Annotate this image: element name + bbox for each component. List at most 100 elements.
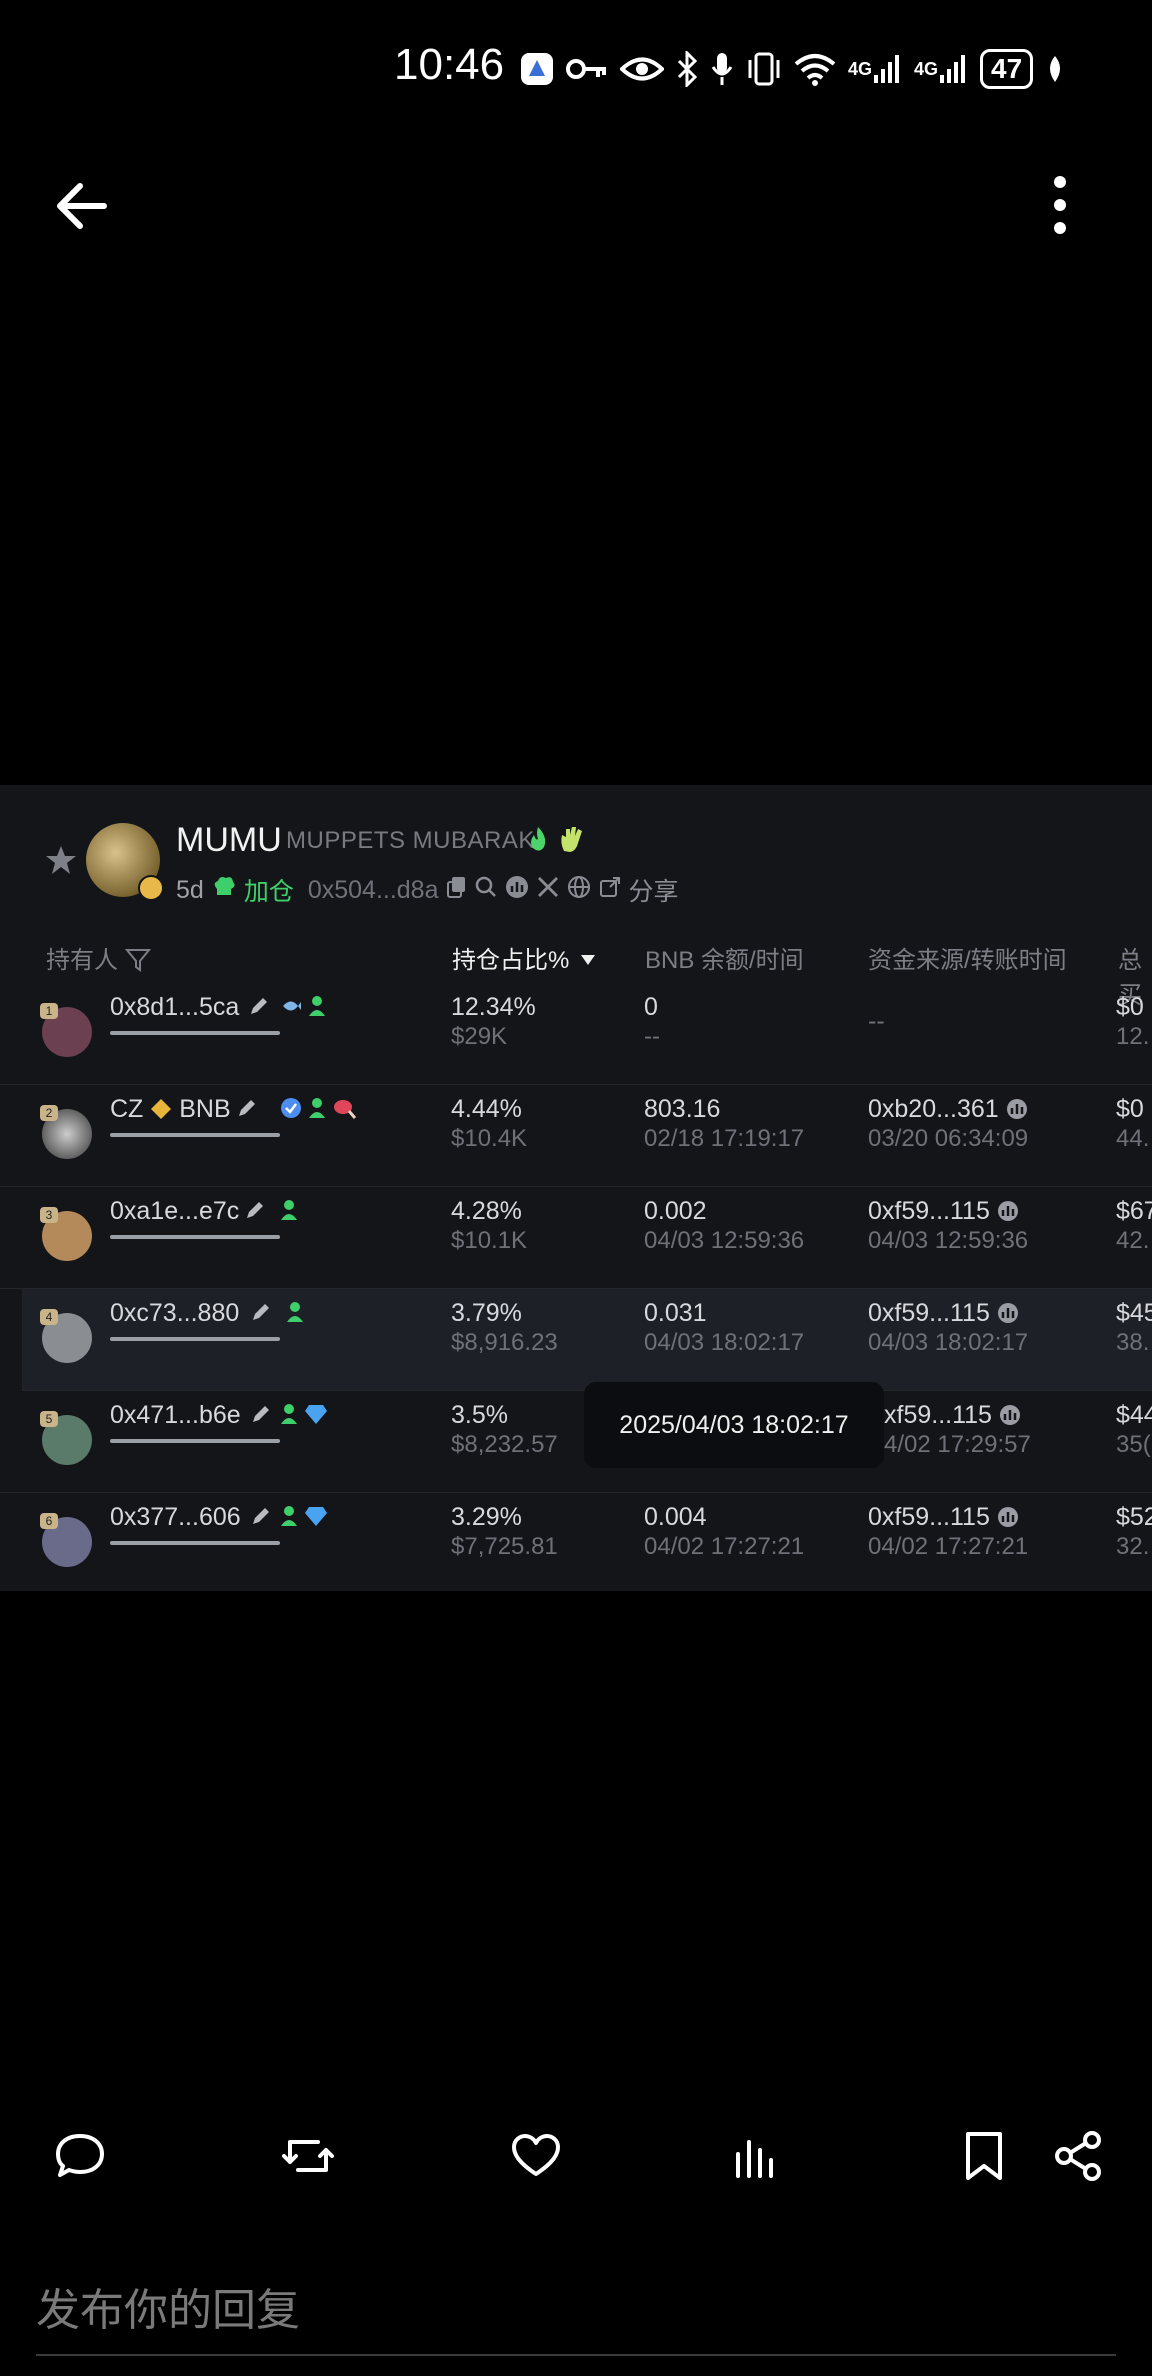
- holder-tags: [250, 1403, 328, 1431]
- funding-source[interactable]: xf59...115: [884, 1401, 1021, 1430]
- share-icon: [1055, 2131, 1101, 2181]
- holder-avatar: 1: [40, 1003, 92, 1057]
- holder-address[interactable]: 0x377...606: [110, 1503, 241, 1532]
- more-options-button[interactable]: [1040, 170, 1080, 240]
- filter-icon[interactable]: [124, 948, 151, 972]
- holding-usd: $10.1K: [451, 1227, 528, 1254]
- holding-bar: [110, 1133, 280, 1137]
- token-badge-icon: [138, 875, 164, 901]
- leaf-icon: [1045, 49, 1065, 89]
- holder-address[interactable]: 0xa1e...e7c: [110, 1197, 239, 1226]
- external-link-icon[interactable]: [599, 876, 621, 905]
- holder-tags: [248, 995, 326, 1023]
- like-icon: [512, 2134, 560, 2176]
- share-button[interactable]: [1050, 2128, 1110, 2188]
- holder-header-label: 持有人: [46, 947, 118, 974]
- search-icon[interactable]: [475, 876, 497, 905]
- funding-source[interactable]: 0xf59...115: [868, 1503, 1019, 1532]
- holding-bar: [110, 1337, 280, 1341]
- column-source-header[interactable]: 资金来源/转账时间: [868, 940, 1067, 975]
- column-holder-header[interactable]: 持有人: [46, 940, 151, 975]
- holder-address[interactable]: 0x8d1...5ca: [110, 993, 239, 1022]
- holder-address[interactable]: CZ BNB: [110, 1095, 231, 1124]
- funding-time: 04/03 12:59:36: [868, 1227, 1029, 1254]
- more-vertical-icon: [1054, 176, 1066, 234]
- chef-hat-icon: [212, 875, 236, 906]
- table-row-highlighted[interactable]: 4 0xc73...880 3.79% $8,916.23 0.031 04/0…: [22, 1289, 1152, 1391]
- bnb-balance: 803.16: [644, 1095, 721, 1123]
- holding-bar: [110, 1235, 280, 1239]
- table-row[interactable]: 1 0x8d1...5ca 12.34% $29K 0 -- -- $0 12.: [0, 983, 1152, 1085]
- bluetooth-icon: [676, 49, 698, 89]
- user-icon: [281, 1506, 298, 1526]
- user-icon: [281, 1200, 298, 1220]
- edit-icon[interactable]: [248, 995, 268, 1017]
- table-row[interactable]: 5 0x471...b6e 3.5% $8,232.57 xf59...115 …: [0, 1391, 1152, 1493]
- bnb-balance: 0: [644, 993, 658, 1021]
- globe-icon[interactable]: [567, 875, 591, 906]
- share-link[interactable]: 分享: [629, 872, 679, 908]
- sort-down-icon: [581, 955, 596, 965]
- holder-avatar: 5: [40, 1411, 92, 1465]
- like-button[interactable]: [508, 2128, 568, 2188]
- token-age: 5d: [176, 875, 204, 904]
- edit-icon[interactable]: [250, 1301, 270, 1323]
- funding-source[interactable]: 0xf59...115: [868, 1197, 1019, 1226]
- column-bnb-header[interactable]: BNB 余额/时间: [645, 940, 804, 975]
- favorite-star-icon[interactable]: [44, 843, 78, 877]
- table-row[interactable]: 2 CZ BNB 4.44% $10.4K 803.16 02/18 17:19…: [0, 1085, 1152, 1187]
- back-button[interactable]: [50, 176, 120, 236]
- bnb-time: 04/03 18:02:17: [644, 1329, 805, 1356]
- funding-time: 4/02 17:29:57: [884, 1431, 1031, 1458]
- status-bar: 10:46 4G 4G 47: [0, 0, 1152, 130]
- bookmark-icon: [966, 2132, 1002, 2180]
- reply-button[interactable]: [52, 2128, 112, 2188]
- funding-time: 04/02 17:27:21: [868, 1533, 1029, 1560]
- total-buy: $67: [1116, 1197, 1152, 1225]
- token-address: 0x504...d8a: [307, 875, 439, 904]
- rank-badge: 1: [40, 1003, 58, 1019]
- add-position-button[interactable]: 加仓: [244, 872, 294, 908]
- table-row[interactable]: 6 0x377...606 3.29% $7,725.81 0.004 04/0…: [0, 1493, 1152, 1591]
- chart-icon[interactable]: [505, 875, 529, 906]
- total-buy-sub: 42.: [1116, 1227, 1150, 1254]
- holder-address[interactable]: 0x471...b6e: [110, 1401, 241, 1430]
- column-percent-header[interactable]: 持仓占比%: [452, 940, 596, 975]
- holding-usd: $29K: [451, 1023, 508, 1050]
- total-buy: $45: [1116, 1299, 1152, 1327]
- bookmark-button[interactable]: [956, 2128, 1016, 2188]
- rank-badge: 5: [40, 1411, 58, 1427]
- holder-name: CZ: [110, 1095, 144, 1123]
- x-twitter-icon[interactable]: [537, 876, 559, 905]
- views-icon: [736, 2140, 773, 2178]
- holder-avatar: 4: [40, 1309, 92, 1363]
- edit-icon[interactable]: [236, 1097, 256, 1119]
- holding-percent: 4.28%: [451, 1197, 522, 1225]
- repost-button[interactable]: [280, 2128, 340, 2188]
- rank-badge: 4: [40, 1309, 58, 1325]
- status-time: 10:46: [394, 40, 505, 89]
- holding-usd: $10.4K: [451, 1125, 528, 1152]
- holding-percent: 12.34%: [451, 993, 536, 1021]
- repost-icon: [282, 2140, 334, 2172]
- network-label-2: 4G: [914, 58, 939, 79]
- funding-source-address: 0xf59...115: [868, 1299, 990, 1327]
- table-row[interactable]: 3 0xa1e...e7c 4.28% $10.1K 0.002 04/03 1…: [0, 1187, 1152, 1289]
- holder-tags: [236, 1097, 357, 1125]
- edit-icon[interactable]: [244, 1199, 264, 1221]
- funding-source[interactable]: 0xf59...115: [868, 1299, 1019, 1328]
- holding-bar: [110, 1541, 280, 1545]
- funding-time: 04/03 18:02:17: [868, 1329, 1029, 1356]
- edit-icon[interactable]: [250, 1505, 270, 1527]
- views-button[interactable]: [728, 2128, 788, 2188]
- edit-icon[interactable]: [250, 1403, 270, 1425]
- funding-source[interactable]: 0xb20...361: [868, 1095, 1028, 1124]
- chart-icon: [997, 1201, 1018, 1221]
- signal-icon: 4G: [848, 49, 902, 89]
- total-buy-sub: 35(: [1116, 1431, 1151, 1458]
- copy-icon[interactable]: [446, 876, 467, 905]
- holder-address[interactable]: 0xc73...880: [110, 1299, 239, 1328]
- bnb-time: --: [644, 1023, 660, 1050]
- mic-icon: [710, 49, 734, 89]
- chart-icon: [1006, 1099, 1027, 1119]
